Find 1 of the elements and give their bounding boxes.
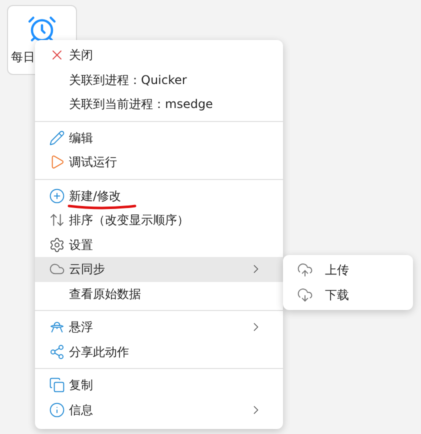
action-label: 每日 (11, 49, 35, 66)
